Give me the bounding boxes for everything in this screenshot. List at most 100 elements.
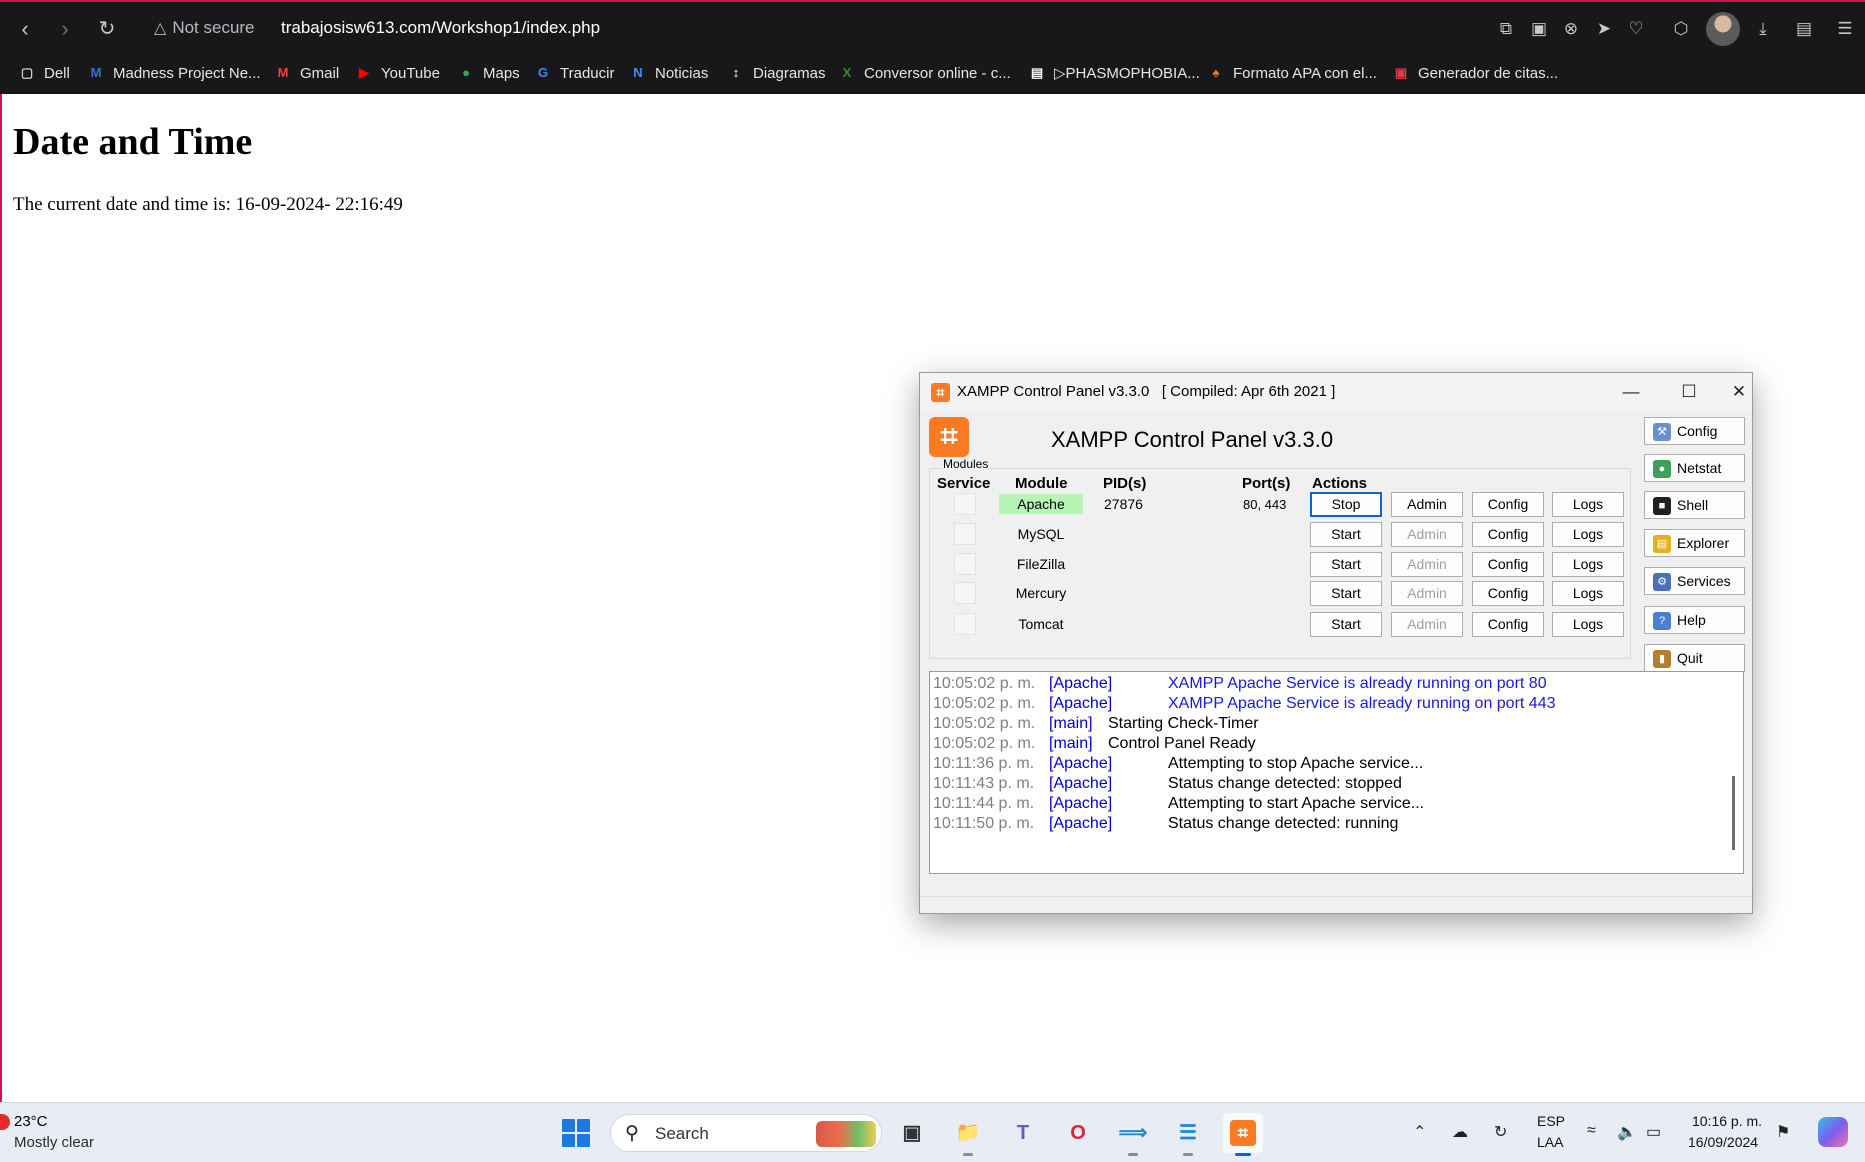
notepad-icon[interactable]: ☰ bbox=[1168, 1113, 1208, 1156]
teams-icon[interactable]: T bbox=[1003, 1113, 1043, 1153]
bookmark-3[interactable]: ▶ YouTube bbox=[355, 58, 440, 88]
bookmarks-bar: ▢ Dell M Madness Project Ne... M Gmail ▶ YouTub… bbox=[0, 54, 1865, 94]
globe-icon: ● bbox=[1653, 460, 1671, 479]
service-checkbox[interactable] bbox=[954, 553, 976, 575]
camera-icon[interactable]: ▣ bbox=[1526, 16, 1552, 42]
log-message: Attempting to stop Apache service... bbox=[1168, 755, 1424, 772]
clock-time[interactable]: 10:16 p. m. bbox=[1692, 1113, 1762, 1129]
start-button[interactable]: Start bbox=[1310, 612, 1382, 637]
bookmark-6[interactable]: N Noticias bbox=[629, 58, 708, 88]
bookmark-4[interactable]: ● Maps bbox=[457, 58, 520, 88]
shell-side-button[interactable]: ■ Shell bbox=[1644, 491, 1745, 519]
download-icon[interactable]: ⤓ bbox=[1750, 16, 1776, 42]
notification-bell-icon[interactable]: ⚑ bbox=[1776, 1122, 1790, 1142]
start-button[interactable]: Start bbox=[1310, 522, 1382, 547]
window-titlebar[interactable]: ⌗ XAMPP Control Panel v3.3.0 [ Compiled:… bbox=[920, 373, 1752, 411]
log-line: 10:05:02 p. m. [main] Starting Check-Timer bbox=[933, 714, 1733, 734]
copilot-icon[interactable] bbox=[1818, 1117, 1848, 1147]
explorer-side-button[interactable]: ▤ Explorer bbox=[1644, 529, 1745, 557]
weather-temp[interactable]: 23°C bbox=[14, 1113, 48, 1130]
wifi-icon[interactable]: ≈ bbox=[1587, 1122, 1596, 1140]
share-icon[interactable]: ⧉ bbox=[1493, 16, 1519, 42]
bookmark-8[interactable]: X Conversor online - c... bbox=[838, 58, 1011, 88]
bookmark-0[interactable]: ▢ Dell bbox=[18, 58, 70, 88]
vscode-icon[interactable]: ⟹ bbox=[1113, 1113, 1153, 1156]
logs-button[interactable]: Logs bbox=[1552, 612, 1624, 637]
avatar[interactable] bbox=[1706, 12, 1740, 46]
cube-icon[interactable]: ⬡ bbox=[1668, 16, 1694, 42]
service-checkbox[interactable] bbox=[954, 582, 976, 604]
module-name: FileZilla bbox=[1016, 556, 1066, 572]
taskbar: 23°C Mostly clear ⚲ Search ▣ 📁 T O ⟹ ☰ ⌗… bbox=[0, 1102, 1865, 1162]
logs-button[interactable]: Logs bbox=[1552, 552, 1624, 577]
extension-icon[interactable]: ⊗ bbox=[1558, 16, 1584, 42]
bookmark-5[interactable]: G Traducir bbox=[534, 58, 615, 88]
send-icon[interactable]: ➤ bbox=[1591, 16, 1617, 42]
config-side-button[interactable]: ⚒ Config bbox=[1644, 417, 1745, 445]
config-button[interactable]: Config bbox=[1472, 552, 1544, 577]
maximize-icon[interactable]: ☐ bbox=[1666, 377, 1712, 407]
start-button[interactable]: Start bbox=[1310, 552, 1382, 577]
file-explorer-icon[interactable]: 📁 bbox=[948, 1113, 988, 1156]
service-checkbox[interactable] bbox=[954, 493, 976, 515]
logs-button[interactable]: Logs bbox=[1552, 492, 1624, 517]
start-button[interactable] bbox=[562, 1119, 590, 1147]
config-button[interactable]: Config bbox=[1472, 612, 1544, 637]
opera-icon[interactable]: O bbox=[1058, 1113, 1098, 1153]
admin-button[interactable]: Admin bbox=[1391, 522, 1463, 547]
m-logo-icon: M bbox=[90, 65, 102, 80]
task-view-icon[interactable]: ▣ bbox=[892, 1113, 932, 1153]
admin-button[interactable]: Admin bbox=[1391, 612, 1463, 637]
config-button[interactable]: Config bbox=[1472, 522, 1544, 547]
weather-desc[interactable]: Mostly clear bbox=[14, 1134, 94, 1151]
keyboard-layout-label[interactable]: LAA bbox=[1537, 1134, 1563, 1150]
bookmark-1[interactable]: M Madness Project Ne... bbox=[87, 58, 261, 88]
bookmark-7[interactable]: ↕ Diagramas bbox=[727, 58, 826, 88]
admin-button[interactable]: Admin bbox=[1391, 581, 1463, 606]
chevron-up-icon[interactable]: ⌃ bbox=[1413, 1122, 1426, 1142]
log-area[interactable]: 10:05:02 p. m. [Apache] XAMPP Apache Servi… bbox=[929, 671, 1744, 874]
logs-button[interactable]: Logs bbox=[1552, 581, 1624, 606]
window-title: XAMPP Control Panel v3.3.0 [ Compiled: A… bbox=[957, 383, 1336, 400]
log-time: 10:11:44 p. m. bbox=[933, 795, 1035, 812]
column-pid: PID(s) bbox=[1103, 475, 1147, 492]
admin-button[interactable]: Admin bbox=[1391, 552, 1463, 577]
config-button[interactable]: Config bbox=[1472, 581, 1544, 606]
reload-icon[interactable]: ↻ bbox=[94, 16, 120, 42]
volume-icon[interactable]: 🔈 bbox=[1617, 1122, 1637, 1142]
forward-icon[interactable]: › bbox=[52, 16, 78, 42]
heart-icon[interactable]: ♡ bbox=[1623, 16, 1649, 42]
bookmark-10[interactable]: ♠ Formato APA con el... bbox=[1207, 58, 1377, 88]
xampp-taskbar-icon[interactable]: ⌗ bbox=[1223, 1113, 1263, 1156]
close-icon[interactable]: ✕ bbox=[1724, 377, 1754, 407]
battery-icon[interactable]: ▭ bbox=[1646, 1122, 1661, 1142]
menu-icon[interactable]: ☰ bbox=[1832, 16, 1858, 42]
service-checkbox[interactable] bbox=[954, 523, 976, 545]
minimize-icon[interactable]: — bbox=[1608, 377, 1654, 407]
stop-button[interactable]: Stop bbox=[1310, 492, 1382, 517]
language-label[interactable]: ESP bbox=[1537, 1113, 1565, 1129]
bookmark-11[interactable]: ▣ Generador de citas... bbox=[1392, 58, 1558, 88]
admin-button[interactable]: Admin bbox=[1391, 492, 1463, 517]
module-pid: 27876 bbox=[1104, 496, 1143, 512]
config-button[interactable]: Config bbox=[1472, 492, 1544, 517]
quit-side-button[interactable]: ▮ Quit bbox=[1644, 644, 1745, 672]
services-side-button[interactable]: ⚙ Services bbox=[1644, 567, 1745, 595]
address-bar[interactable]: trabajosisw613.com/Workshop1/index.php bbox=[281, 18, 600, 38]
netstat-side-button[interactable]: ● Netstat bbox=[1644, 454, 1745, 482]
log-source: [main] bbox=[1049, 715, 1093, 732]
back-icon[interactable]: ‹ bbox=[12, 16, 38, 42]
start-button[interactable]: Start bbox=[1310, 581, 1382, 606]
bookmark-9[interactable]: ▤ ▷PHASMOPHOBIA... bbox=[1028, 58, 1200, 88]
log-scrollbar[interactable] bbox=[1732, 776, 1735, 850]
search-input[interactable]: ⚲ Search bbox=[610, 1114, 882, 1152]
logs-button[interactable]: Logs bbox=[1552, 522, 1624, 547]
cloud-icon[interactable]: ☁ bbox=[1452, 1122, 1468, 1142]
clock-date[interactable]: 16/09/2024 bbox=[1688, 1134, 1758, 1150]
security-indicator[interactable]: △ Not secure bbox=[154, 18, 255, 38]
sidebar-icon[interactable]: ▤ bbox=[1791, 16, 1817, 42]
help-side-button[interactable]: ? Help bbox=[1644, 606, 1745, 634]
bookmark-2[interactable]: M Gmail bbox=[274, 58, 340, 88]
sync-icon[interactable]: ↻ bbox=[1494, 1122, 1507, 1142]
service-checkbox[interactable] bbox=[954, 613, 976, 635]
